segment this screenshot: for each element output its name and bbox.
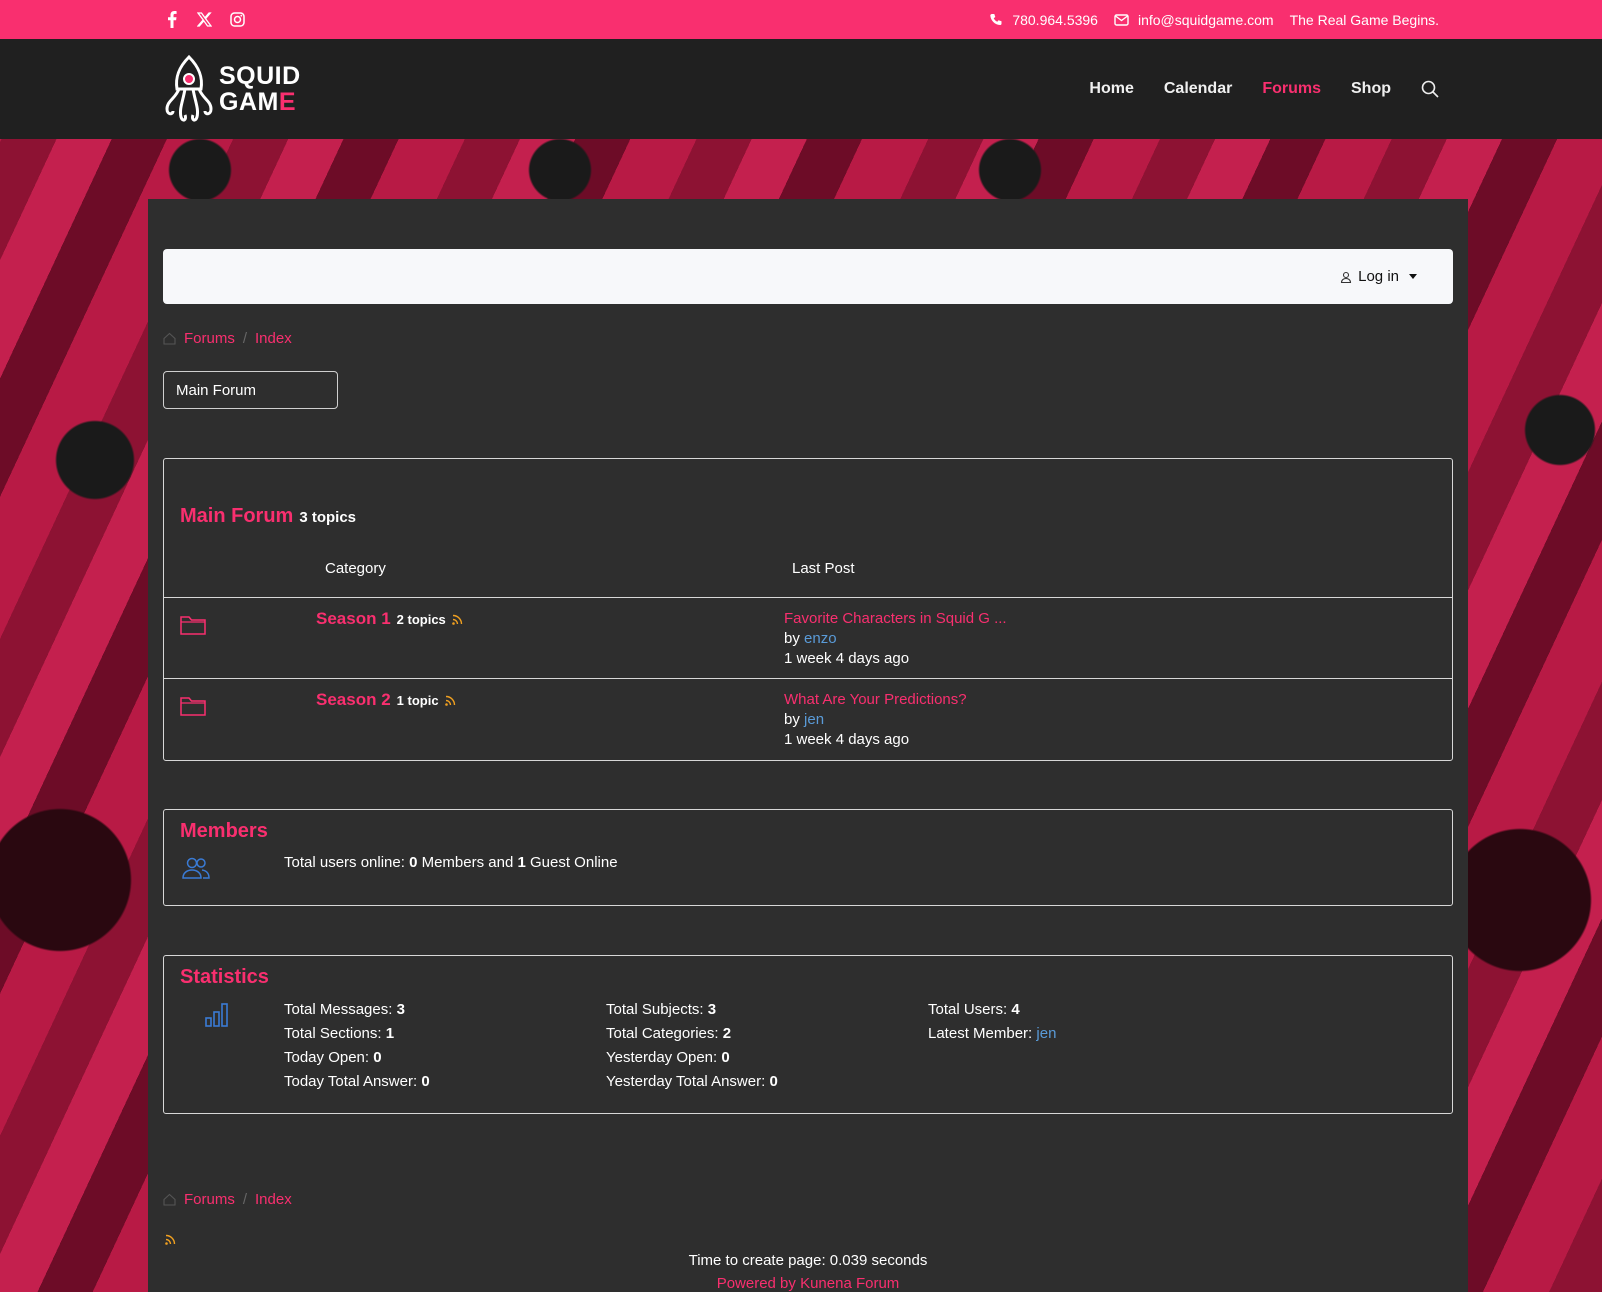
last-post-time: 1 week 4 days ago (784, 731, 910, 748)
members-card: Members Total users online: 0 Members an… (163, 809, 1453, 906)
home-icon (163, 332, 176, 345)
breadcrumb-forums[interactable]: Forums (184, 330, 235, 347)
last-post-cell: Favorite Characters in Squid G ... by en… (784, 609, 1007, 669)
instagram-icon[interactable] (229, 11, 246, 28)
online-members-label: Members and (421, 854, 514, 871)
column-last-post: Last Post (792, 560, 855, 577)
logo-line-2: GAME (219, 88, 297, 116)
page-time: Time to create page: 0.039 seconds (688, 1252, 928, 1269)
envelope-icon (1114, 13, 1129, 26)
top-bar: 780.964.5396 info@squidgame.com The Real… (0, 0, 1602, 39)
nav-home[interactable]: Home (1089, 80, 1133, 98)
breadcrumb-bottom: Forums / Index (163, 1191, 292, 1208)
user-icon (1341, 271, 1352, 283)
nav-forums[interactable]: Forums (1262, 80, 1321, 98)
stat-total-users: Total Users: 4 (928, 1001, 1020, 1018)
stat-latest-member: Latest Member: jen (928, 1025, 1057, 1042)
category-link[interactable]: Season 2 (316, 690, 391, 710)
forum-select[interactable]: Main Forum (163, 371, 338, 409)
folder-icon (179, 695, 207, 722)
last-post-cell: What Are Your Predictions? by jen 1 week… (784, 690, 967, 750)
folder-icon (179, 614, 207, 641)
tagline: The Real Game Begins. (1289, 11, 1439, 28)
stats-column-3: Total Users: 4 Latest Member: jen (928, 998, 1056, 1046)
stat-total-sections: Total Sections: 1 (284, 1025, 395, 1042)
breadcrumb-index[interactable]: Index (255, 1191, 292, 1208)
logo-wordmark: SQUID GAME (219, 63, 301, 115)
login-bar: Log in (163, 249, 1453, 304)
column-category: Category (325, 560, 386, 577)
breadcrumb-separator: / (242, 1191, 248, 1208)
squid-logo-icon (165, 54, 213, 122)
nav-calendar[interactable]: Calendar (1164, 80, 1232, 98)
home-icon (163, 1193, 176, 1206)
phone-number: 780.964.5396 (1012, 11, 1098, 28)
users-icon (182, 857, 210, 884)
phone-link[interactable]: 780.964.5396 (989, 12, 1098, 28)
statistics-title: Statistics (180, 966, 269, 988)
last-post-user[interactable]: jen (804, 711, 824, 728)
table-row: Season 1 2 topics Favorite Characters in… (164, 597, 1452, 678)
online-guest-label: Guest Online (530, 854, 618, 871)
main-forum-count: 3 topics (299, 509, 357, 526)
breadcrumb-forums[interactable]: Forums (184, 1191, 235, 1208)
search-icon[interactable] (1421, 80, 1439, 98)
login-label: Log in (1358, 268, 1399, 285)
phone-icon (990, 13, 1002, 25)
nav-shop[interactable]: Shop (1351, 80, 1391, 98)
facebook-icon[interactable] (163, 11, 180, 28)
stats-column-1: Total Messages: 3 Total Sections: 1 Toda… (284, 998, 430, 1094)
main-forum-card: Main Forum 3 topics Category Last Post S… (163, 458, 1453, 761)
x-icon[interactable] (196, 11, 213, 28)
category-cell: Season 2 1 topic (316, 690, 456, 710)
topic-count: 1 topic (396, 692, 439, 708)
by-label: by (784, 711, 800, 728)
breadcrumb: Forums / Index (163, 330, 292, 347)
email-link[interactable]: info@squidgame.com (1114, 12, 1274, 28)
last-post-time: 1 week 4 days ago (784, 650, 910, 667)
stat-today-open: Today Open: 0 (284, 1049, 382, 1066)
online-guest-count: 1 (517, 854, 526, 871)
main-forum-heading: Main Forum 3 topics (180, 505, 356, 528)
latest-member-link[interactable]: jen (1036, 1025, 1056, 1042)
stat-total-categories: Total Categories: 2 (606, 1025, 732, 1042)
online-summary: Total users online: 0 Members and 1 Gues… (284, 854, 618, 871)
site-header: SQUID GAME Home Calendar Forums Shop (0, 39, 1602, 139)
stat-total-subjects: Total Subjects: 3 (606, 1001, 717, 1018)
login-dropdown[interactable]: Log in (1340, 268, 1417, 285)
stat-yesterday-open: Yesterday Open: 0 (606, 1049, 730, 1066)
social-links (163, 11, 246, 28)
online-prefix: Total users online: (284, 854, 405, 871)
members-title: Members (180, 820, 268, 842)
table-row: Season 2 1 topic What Are Your Predictio… (164, 678, 1452, 759)
category-cell: Season 1 2 topics (316, 609, 463, 629)
topic-count: 2 topics (396, 611, 446, 627)
last-post-title[interactable]: Favorite Characters in Squid G ... (784, 610, 1007, 627)
statistics-card: Statistics Total Messages: 3 Total Secti… (163, 955, 1453, 1114)
powered-by-link[interactable]: Powered by Kunena Forum (148, 1275, 1468, 1292)
caret-down-icon (1409, 274, 1417, 279)
rss-icon[interactable] (444, 695, 456, 706)
main-content: Log in Forums / Index Main Forum Main Fo… (148, 199, 1468, 1292)
category-link[interactable]: Season 1 (316, 609, 391, 629)
main-forum-title[interactable]: Main Forum (180, 505, 293, 528)
by-label: by (784, 630, 800, 647)
bar-chart-icon (204, 1002, 230, 1033)
breadcrumb-separator: / (242, 330, 248, 347)
online-members-count: 0 (409, 854, 418, 871)
email-address: info@squidgame.com (1137, 11, 1274, 28)
logo-line-1: SQUID (219, 62, 301, 90)
site-logo[interactable]: SQUID GAME (163, 53, 301, 125)
stats-column-2: Total Subjects: 3 Total Categories: 2 Ye… (606, 998, 778, 1094)
main-nav: Home Calendar Forums Shop (1089, 80, 1439, 98)
last-post-user[interactable]: enzo (804, 630, 837, 647)
stat-today-total-answer: Today Total Answer: 0 (284, 1073, 430, 1090)
contact-info: 780.964.5396 info@squidgame.com The Real… (989, 12, 1439, 28)
rss-icon[interactable] (165, 1234, 176, 1245)
breadcrumb-index[interactable]: Index (255, 330, 292, 347)
stat-yesterday-total-answer: Yesterday Total Answer: 0 (606, 1073, 778, 1090)
stat-total-messages: Total Messages: 3 (284, 1001, 405, 1018)
rss-icon[interactable] (451, 614, 463, 625)
last-post-title[interactable]: What Are Your Predictions? (784, 691, 967, 708)
